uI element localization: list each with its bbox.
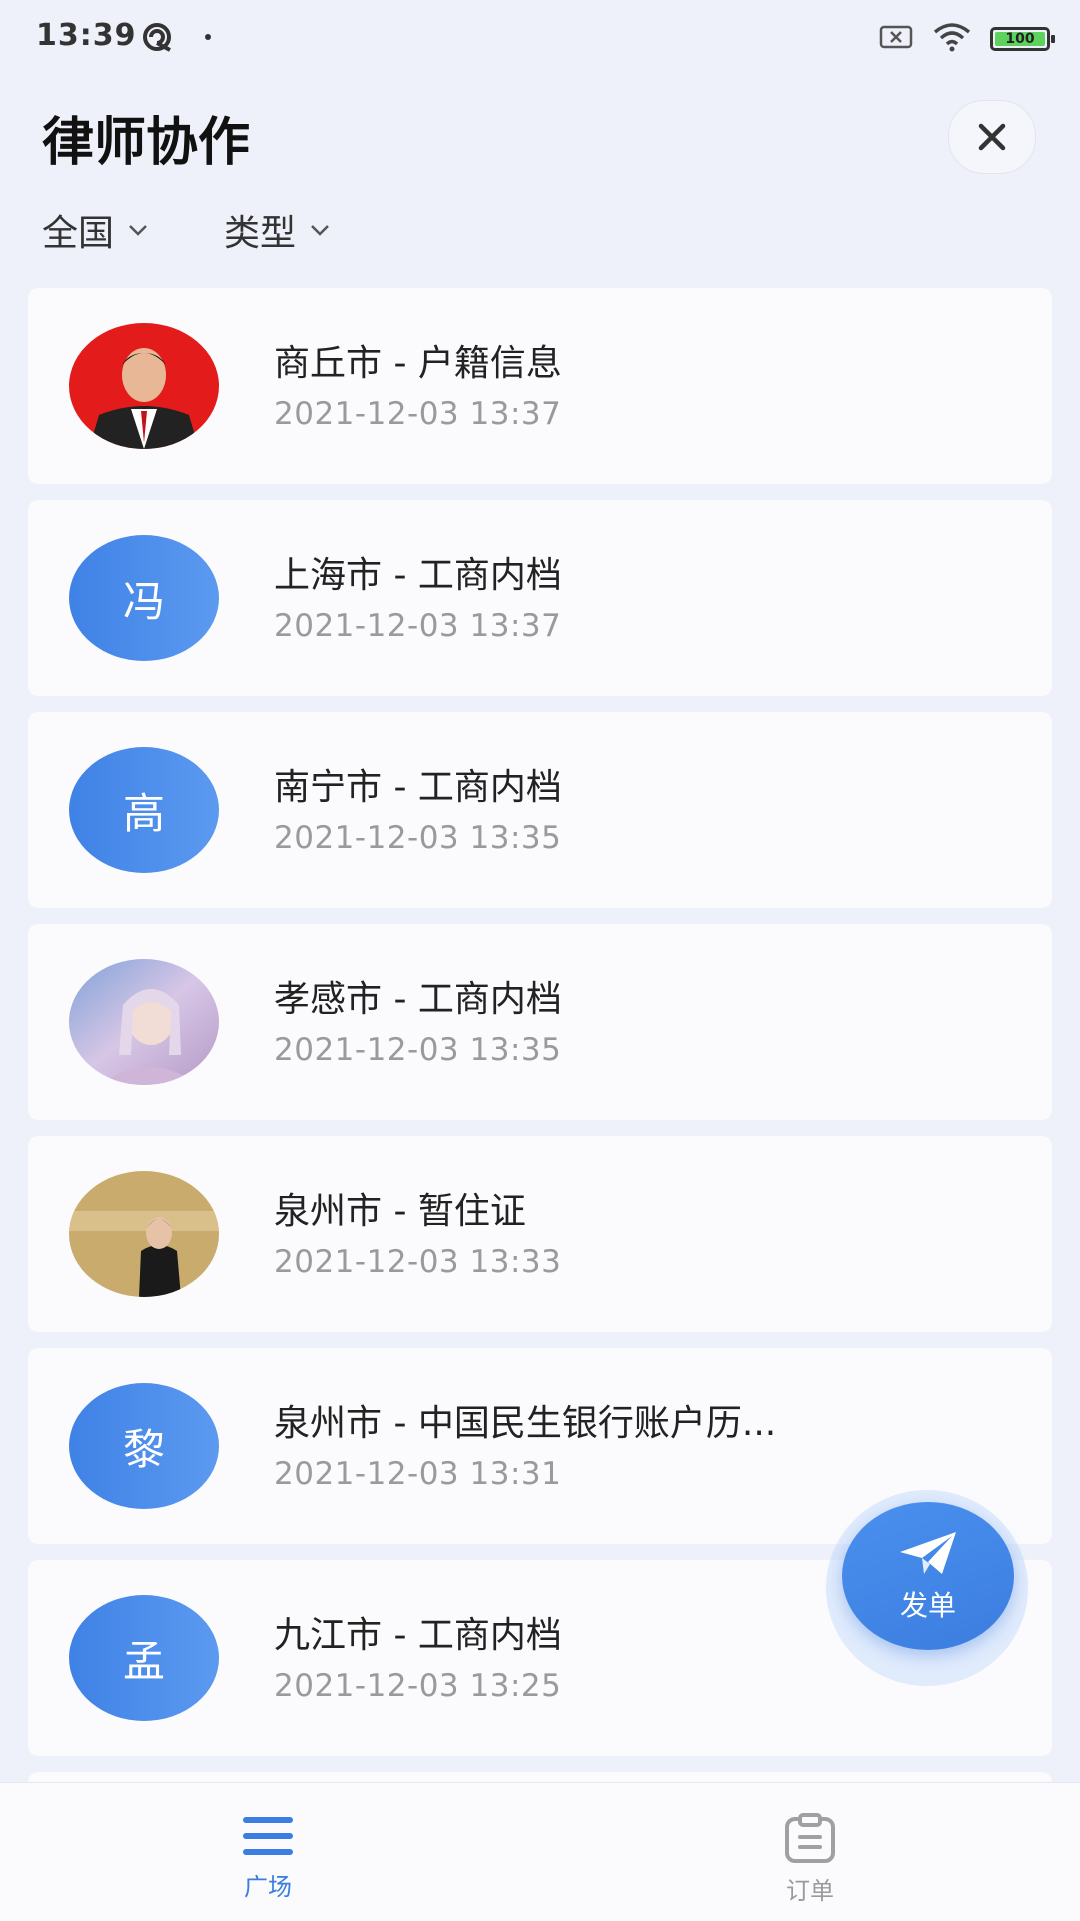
type-filter-label: 类型 [224, 213, 297, 254]
avatar: 孟 [69, 1595, 219, 1721]
order-time: 2021-12-03 13:31 [274, 1456, 562, 1492]
order-title: 泉州市 - 中国民生银行账户历... [274, 1403, 777, 1444]
page-title: 律师协作 [42, 113, 251, 173]
order-time: 2021-12-03 13:35 [274, 1032, 562, 1068]
status-bar: 13:39 100 [0, 0, 1080, 78]
order-card[interactable]: 泉州市 - 暂住证 2021-12-03 13:33 [28, 1136, 1052, 1332]
type-filter[interactable]: 类型 [224, 204, 332, 256]
order-card[interactable]: 商丘市 - 户籍信息 2021-12-03 13:37 [28, 288, 1052, 484]
region-filter-label: 全国 [42, 213, 115, 254]
order-time: 2021-12-03 13:35 [274, 820, 562, 856]
order-title: 上海市 - 工商内档 [274, 555, 562, 596]
wifi-icon [932, 22, 972, 56]
close-button[interactable] [948, 100, 1036, 174]
order-card[interactable]: 冯 上海市 - 工商内档 2021-12-03 13:37 [28, 500, 1052, 696]
tab-orders-label: 订单 [786, 1877, 834, 1905]
avatar: 冯 [69, 535, 219, 661]
battery-icon: 100 [990, 27, 1055, 51]
chevron-down-icon [311, 225, 329, 236]
clipboard-icon [785, 1813, 835, 1863]
order-time: 2021-12-03 13:37 [274, 608, 562, 644]
status-time: 13:39 [36, 18, 137, 53]
sim-absent-icon [878, 24, 914, 54]
avatar [69, 959, 219, 1085]
post-order-label: 发单 [899, 1589, 956, 1622]
notification-dot-icon [205, 34, 211, 40]
menu-list-icon [243, 1817, 293, 1855]
post-order-button[interactable]: 发单 [842, 1502, 1014, 1650]
order-time: 2021-12-03 13:25 [274, 1668, 562, 1704]
region-filter[interactable]: 全国 [42, 204, 150, 256]
close-icon [978, 123, 1006, 151]
avatar: 黎 [69, 1383, 219, 1509]
order-title: 泉州市 - 暂住证 [274, 1191, 526, 1232]
tab-home-label: 广场 [244, 1873, 292, 1901]
chevron-down-icon [129, 225, 147, 236]
order-title: 商丘市 - 户籍信息 [274, 343, 562, 384]
avatar: 高 [69, 747, 219, 873]
order-title: 孝感市 - 工商内档 [274, 979, 562, 1020]
avatar [69, 323, 219, 449]
order-card[interactable]: 孝感市 - 工商内档 2021-12-03 13:35 [28, 924, 1052, 1120]
tab-orders[interactable]: 订单 [750, 1813, 870, 1906]
order-title: 九江市 - 工商内档 [274, 1615, 562, 1656]
order-title: 南宁市 - 工商内档 [274, 767, 562, 808]
battery-level: 100 [995, 31, 1045, 47]
tab-home[interactable]: 广场 [208, 1813, 328, 1902]
avatar [69, 1171, 219, 1297]
order-time: 2021-12-03 13:37 [274, 396, 562, 432]
paper-plane-icon [900, 1532, 956, 1574]
bottom-nav: 广场 订单 [0, 1782, 1080, 1921]
vpn-icon [140, 20, 176, 58]
order-time: 2021-12-03 13:33 [274, 1244, 562, 1280]
order-card[interactable]: 高 南宁市 - 工商内档 2021-12-03 13:35 [28, 712, 1052, 908]
